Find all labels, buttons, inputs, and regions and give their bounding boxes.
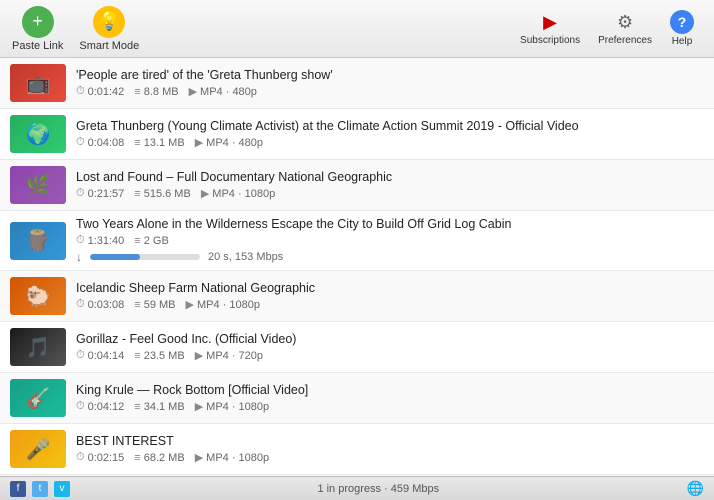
list-item[interactable]: 🎸 King Krule — Rock Bottom [Official Vide…	[0, 373, 714, 424]
item-format: ▶MP4 · 1080p	[201, 187, 275, 200]
item-size: ≡23.5 MB	[134, 350, 184, 362]
item-speed: 20 s, 153 Mbps	[208, 251, 283, 263]
item-title: Gorillaz - Feel Good Inc. (Official Vide…	[76, 332, 704, 346]
paste-link-label: Paste Link	[12, 40, 63, 52]
item-info: Lost and Found – Full Documentary Nation…	[76, 170, 704, 200]
item-info: King Krule — Rock Bottom [Official Video…	[76, 383, 704, 413]
smart-mode-icon: 💡	[93, 6, 125, 38]
preferences-button[interactable]: ⚙ Preferences	[590, 7, 660, 50]
help-icon: ?	[670, 10, 694, 34]
list-item[interactable]: 🪵 Two Years Alone in the Wilderness Escap…	[0, 211, 714, 271]
item-size: ≡34.1 MB	[134, 401, 184, 413]
item-duration: ⏱0:01:42	[76, 85, 124, 98]
subscriptions-icon: ▶	[536, 11, 564, 33]
item-meta: ⏱0:21:57 ≡515.6 MB ▶MP4 · 1080p	[76, 187, 704, 200]
item-duration: ⏱1:31:40	[76, 234, 124, 247]
item-meta: ⏱0:04:08 ≡13.1 MB ▶MP4 · 480p	[76, 136, 704, 149]
item-duration: ⏱0:02:15	[76, 451, 124, 464]
paste-link-icon: +	[22, 6, 54, 38]
item-meta: ⏱0:01:42 ≡8.8 MB ▶MP4 · 480p	[76, 85, 704, 98]
subscriptions-label: Subscriptions	[520, 35, 580, 46]
list-item[interactable]: 🐑 Icelandic Sheep Farm National Geographi…	[0, 271, 714, 322]
help-button[interactable]: ? Help	[662, 6, 702, 51]
item-info: BEST INTEREST ⏱0:02:15 ≡68.2 MB ▶MP4 · 1080…	[76, 434, 704, 464]
item-title: 'People are tired' of the 'Greta Thunber…	[76, 68, 704, 82]
globe-icon[interactable]: 🌐	[687, 480, 704, 497]
item-thumbnail: 🎵	[10, 328, 66, 366]
item-size: ≡515.6 MB	[134, 188, 191, 200]
item-duration: ⏱0:04:08	[76, 136, 124, 149]
item-info: Two Years Alone in the Wilderness Escape…	[76, 217, 704, 264]
preferences-label: Preferences	[598, 35, 652, 46]
help-label: Help	[672, 36, 693, 47]
item-title: Icelandic Sheep Farm National Geographic	[76, 281, 704, 295]
item-format: ▶MP4 · 1080p	[195, 400, 269, 413]
download-icon: ↓	[76, 250, 82, 264]
item-thumbnail: 🎤	[10, 430, 66, 468]
item-format: ▶MP4 · 480p	[189, 85, 257, 98]
statusbar: f t v 1 in progress · 459 Mbps 🌐	[0, 476, 714, 500]
subscriptions-button[interactable]: ▶ Subscriptions	[512, 7, 588, 50]
item-size: ≡68.2 MB	[134, 452, 184, 464]
item-duration: ⏱0:04:12	[76, 400, 124, 413]
item-meta: ⏱0:03:08 ≡59 MB ▶MP4 · 1080p	[76, 298, 704, 311]
item-info: Gorillaz - Feel Good Inc. (Official Vide…	[76, 332, 704, 362]
item-info: 'People are tired' of the 'Greta Thunber…	[76, 68, 704, 98]
facebook-icon[interactable]: f	[10, 481, 26, 497]
item-duration: ⏱0:21:57	[76, 187, 124, 200]
preferences-icon: ⚙	[611, 11, 639, 33]
item-thumbnail: 🐑	[10, 277, 66, 315]
smart-mode-label: Smart Mode	[79, 40, 139, 52]
item-format: ▶MP4 · 480p	[195, 136, 263, 149]
item-size: ≡8.8 MB	[134, 86, 178, 98]
list-item[interactable]: 🌿 Lost and Found – Full Documentary Natio…	[0, 160, 714, 211]
download-list: 📺 'People are tired' of the 'Greta Thunbe…	[0, 58, 714, 476]
list-item[interactable]: 🎤 BEST INTEREST ⏱0:02:15 ≡68.2 MB ▶MP4 · 108…	[0, 424, 714, 475]
item-format: ▶MP4 · 720p	[195, 349, 263, 362]
item-thumbnail: 🌍	[10, 115, 66, 153]
list-item[interactable]: 🌍 Greta Thunberg (Young Climate Activist)…	[0, 109, 714, 160]
vimeo-icon[interactable]: v	[54, 481, 70, 497]
item-meta: ⏱0:02:15 ≡68.2 MB ▶MP4 · 1080p	[76, 451, 704, 464]
statusbar-social-icons: f t v	[10, 481, 70, 497]
smart-mode-button[interactable]: 💡 Smart Mode	[79, 6, 139, 52]
item-thumbnail: 🪵	[10, 222, 66, 260]
list-item[interactable]: 🎵 Gorillaz - Feel Good Inc. (Official Vid…	[0, 322, 714, 373]
item-thumbnail: 📺	[10, 64, 66, 102]
item-title: Greta Thunberg (Young Climate Activist) …	[76, 119, 704, 133]
item-format: ▶MP4 · 1080p	[195, 451, 269, 464]
statusbar-progress: 1 in progress · 459 Mbps	[70, 483, 687, 495]
item-duration: ⏱0:03:08	[76, 298, 124, 311]
item-thumbnail: 🎸	[10, 379, 66, 417]
item-title: Lost and Found – Full Documentary Nation…	[76, 170, 704, 184]
item-meta: ⏱0:04:14 ≡23.5 MB ▶MP4 · 720p	[76, 349, 704, 362]
item-duration: ⏱0:04:14	[76, 349, 124, 362]
twitter-icon[interactable]: t	[32, 481, 48, 497]
item-progress-row: ↓ 20 s, 153 Mbps	[76, 250, 704, 264]
item-format: ▶MP4 · 1080p	[186, 298, 260, 311]
toolbar-right: ▶ Subscriptions ⚙ Preferences ? Help	[512, 6, 702, 51]
item-info: Greta Thunberg (Young Climate Activist) …	[76, 119, 704, 149]
list-item[interactable]: 📺 'People are tired' of the 'Greta Thunbe…	[0, 58, 714, 109]
item-meta: ⏱1:31:40 ≡2 GB	[76, 234, 704, 247]
item-size: ≡13.1 MB	[134, 137, 184, 149]
item-size: ≡2 GB	[134, 235, 169, 247]
item-size: ≡59 MB	[134, 299, 175, 311]
paste-link-button[interactable]: + Paste Link	[12, 6, 63, 52]
item-info: Icelandic Sheep Farm National Geographic…	[76, 281, 704, 311]
item-meta: ⏱0:04:12 ≡34.1 MB ▶MP4 · 1080p	[76, 400, 704, 413]
toolbar: + Paste Link 💡 Smart Mode ▶ Subscription…	[0, 0, 714, 58]
item-title: Two Years Alone in the Wilderness Escape…	[76, 217, 704, 231]
item-thumbnail: 🌿	[10, 166, 66, 204]
item-title: BEST INTEREST	[76, 434, 704, 448]
item-title: King Krule — Rock Bottom [Official Video…	[76, 383, 704, 397]
progress-bar	[90, 254, 200, 260]
